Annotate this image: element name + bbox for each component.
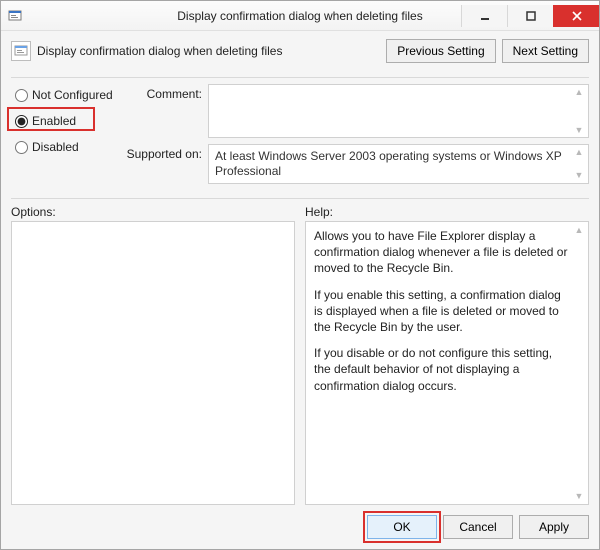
supported-on-box: At least Windows Server 2003 operating s… — [208, 144, 589, 184]
state-radio-group: Not Configured Enabled Disabled — [11, 84, 123, 190]
radio-enabled-label[interactable]: Enabled — [32, 114, 76, 128]
close-button[interactable] — [553, 5, 599, 27]
supported-label: Supported on: — [123, 144, 208, 184]
cancel-button[interactable]: Cancel — [443, 515, 513, 539]
ok-button[interactable]: OK — [367, 515, 437, 539]
top-row: Not Configured Enabled Disabled Comment:… — [11, 84, 589, 190]
button-row: OK Cancel Apply — [11, 515, 589, 539]
supported-value: At least Windows Server 2003 operating s… — [215, 149, 562, 178]
header-subtitle: Display confirmation dialog when deletin… — [37, 44, 380, 58]
radio-enabled[interactable] — [15, 115, 28, 128]
policy-dialog-window: Display confirmation dialog when deletin… — [0, 0, 600, 550]
help-pane: Help: Allows you to have File Explorer d… — [305, 205, 589, 505]
apply-button[interactable]: Apply — [519, 515, 589, 539]
divider — [11, 77, 589, 78]
window-buttons — [461, 5, 599, 27]
scroll-arrows-icon: ▲▼ — [572, 87, 586, 135]
help-label: Help: — [305, 205, 589, 219]
next-setting-button[interactable]: Next Setting — [502, 39, 589, 63]
scroll-arrows-icon: ▲▼ — [572, 224, 586, 502]
policy-icon — [11, 41, 31, 61]
help-text: If you enable this setting, a confirmati… — [314, 287, 568, 336]
client-area: Display confirmation dialog when deletin… — [1, 31, 599, 549]
options-label: Options: — [11, 205, 295, 219]
field-column: Comment: ▲▼ Supported on: At least Windo… — [123, 84, 589, 190]
comment-label: Comment: — [123, 84, 208, 138]
radio-not-configured[interactable] — [15, 89, 28, 102]
divider — [11, 198, 589, 199]
options-box[interactable] — [11, 221, 295, 505]
options-pane: Options: — [11, 205, 295, 505]
comment-textarea[interactable]: ▲▼ — [208, 84, 589, 138]
radio-disabled-label[interactable]: Disabled — [32, 140, 79, 154]
help-box: Allows you to have File Explorer display… — [305, 221, 589, 505]
radio-not-configured-label[interactable]: Not Configured — [32, 88, 113, 102]
maximize-button[interactable] — [507, 5, 553, 27]
app-icon — [7, 8, 23, 24]
scroll-arrows-icon: ▲▼ — [572, 147, 586, 181]
header-row: Display confirmation dialog when deletin… — [11, 39, 589, 63]
help-text: Allows you to have File Explorer display… — [314, 228, 568, 277]
mid-row: Options: Help: Allows you to have File E… — [11, 205, 589, 505]
titlebar: Display confirmation dialog when deletin… — [1, 1, 599, 31]
radio-disabled[interactable] — [15, 141, 28, 154]
help-text: If you disable or do not configure this … — [314, 345, 568, 394]
previous-setting-button[interactable]: Previous Setting — [386, 39, 495, 63]
minimize-button[interactable] — [461, 5, 507, 27]
